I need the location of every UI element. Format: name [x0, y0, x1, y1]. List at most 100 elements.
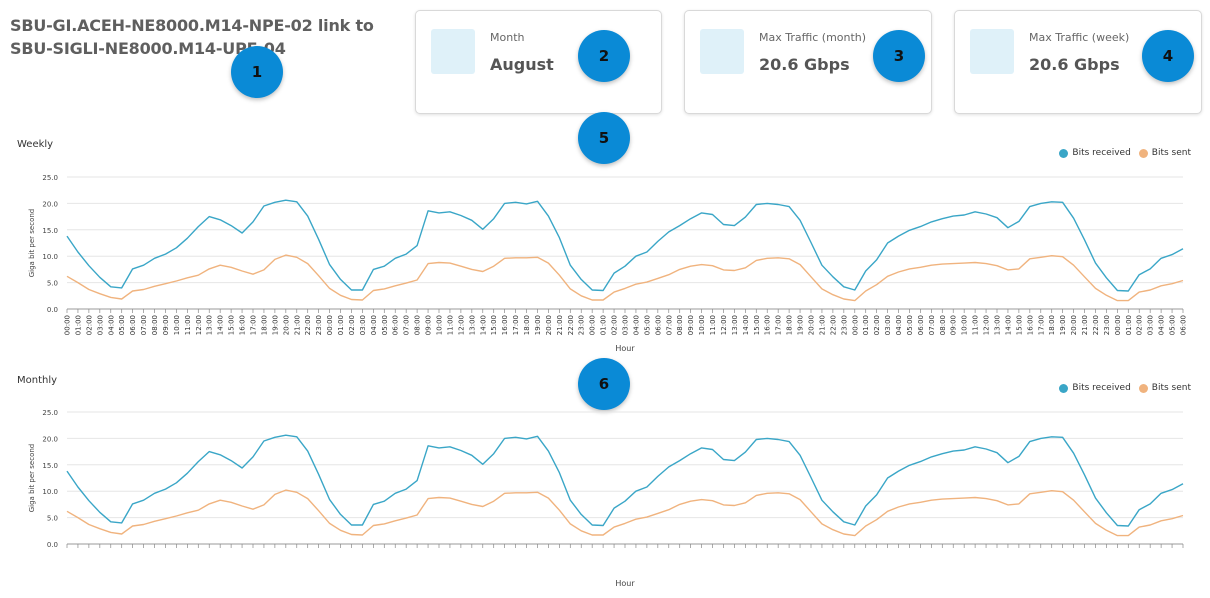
x-tick-label: 23:00 — [840, 315, 848, 335]
x-tick-label: 16:00 — [764, 315, 772, 335]
x-tick-label: 16:00 — [239, 315, 247, 335]
x-tick-label: 12:00 — [720, 315, 728, 335]
x-tick-label: 06:00 — [1180, 315, 1188, 335]
card-max-week-label: Max Traffic (week) — [1029, 31, 1130, 44]
x-tick-label: 17:00 — [250, 315, 258, 335]
y-tick-label: 10.0 — [42, 253, 58, 261]
callout-badge-1: 1 — [231, 46, 283, 98]
x-tick-label: 00:00 — [64, 315, 72, 335]
x-tick-label: 14:00 — [1004, 315, 1012, 335]
x-tick-label: 19:00 — [1059, 315, 1067, 335]
callout-badge-2: 2 — [578, 30, 630, 82]
x-tick-label: 21:00 — [556, 315, 564, 335]
x-tick-label: 13:00 — [468, 315, 476, 335]
x-tick-label: 22:00 — [304, 315, 312, 335]
weekly-chart-title: Weekly — [17, 139, 54, 150]
y-tick-label: 15.0 — [42, 462, 58, 470]
x-tick-label: 05:00 — [643, 315, 651, 335]
x-tick-label: 08:00 — [939, 315, 947, 335]
x-tick-label: 11:00 — [184, 315, 192, 335]
x-tick-label: 15:00 — [753, 315, 761, 335]
x-tick-label: 01:00 — [74, 315, 82, 335]
x-tick-label: 09:00 — [425, 315, 433, 335]
x-tick-label: 08:00 — [414, 315, 422, 335]
x-tick-label: 23:00 — [578, 315, 586, 335]
x-tick-label: 19:00 — [534, 315, 542, 335]
x-tick-label: 06:00 — [654, 315, 662, 335]
x-tick-label: 06:00 — [392, 315, 400, 335]
legend-received-label[interactable]: Bits received — [1072, 383, 1130, 393]
x-tick-label: 23:00 — [315, 315, 323, 335]
y-tick-label: 10.0 — [42, 488, 58, 496]
card-max-week-value: 20.6 Gbps — [1029, 55, 1120, 74]
x-tick-label: 16:00 — [1026, 315, 1034, 335]
x-tick-label: 23:00 — [1103, 315, 1111, 335]
x-tick-label: 10:00 — [961, 315, 969, 335]
x-tick-label: 14:00 — [742, 315, 750, 335]
page-title: SBU-GI.ACEH-NE8000.M14-NPE-02 link to SB… — [10, 16, 374, 58]
x-axis-label: Hour — [615, 579, 635, 588]
y-axis-label: Giga bit per second — [28, 444, 36, 513]
weekly-traffic-chart[interactable]: 0.0 5.0 10.0 15.0 20.0 25.0 Giga bit per secon… — [0, 165, 1210, 360]
y-tick-label: 5.0 — [47, 280, 58, 288]
traffic-icon — [700, 29, 744, 74]
x-tick-label: 05:00 — [906, 315, 914, 335]
callout-badge-4: 4 — [1142, 30, 1194, 82]
x-tick-label: 20:00 — [282, 315, 290, 335]
x-axis-label: Hour — [615, 344, 635, 353]
x-tick-label: 09:00 — [950, 315, 958, 335]
x-tick-label: 19:00 — [797, 315, 805, 335]
x-tick-label: 04:00 — [370, 315, 378, 335]
card-max-month-value: 20.6 Gbps — [759, 55, 850, 74]
x-tick-label: 02:00 — [1136, 315, 1144, 335]
card-max-month-label: Max Traffic (month) — [759, 31, 867, 44]
series-line-bits-sent — [66, 254, 1184, 302]
x-tick-label: 17:00 — [775, 315, 783, 335]
card-month-value: August — [490, 55, 554, 74]
x-tick-label: 18:00 — [260, 315, 268, 335]
x-tick-label: 03:00 — [359, 315, 367, 335]
x-tick-label: 20:00 — [545, 315, 553, 335]
callout-badge-3: 3 — [873, 30, 925, 82]
legend-received-label[interactable]: Bits received — [1072, 148, 1130, 158]
x-tick-label: 05:00 — [381, 315, 389, 335]
monthly-traffic-chart[interactable]: 0.0 5.0 10.0 15.0 20.0 25.0 Giga bit per secon… — [0, 400, 1210, 595]
x-tick-label: 22:00 — [829, 315, 837, 335]
x-tick-label: 10:00 — [173, 315, 181, 335]
monthly-chart-title: Monthly — [17, 375, 58, 386]
y-tick-label: 20.0 — [42, 200, 58, 208]
y-tick-label: 20.0 — [42, 435, 58, 443]
x-tick-label: 12:00 — [983, 315, 991, 335]
x-tick-label: 02:00 — [348, 315, 356, 335]
x-tick-label: 11:00 — [709, 315, 717, 335]
calendar-icon — [431, 29, 475, 74]
x-tick-label: 15:00 — [228, 315, 236, 335]
x-tick-label: 05:00 — [118, 315, 126, 335]
x-tick-label: 05:00 — [1169, 315, 1177, 335]
x-tick-label: 08:00 — [676, 315, 684, 335]
x-tick-label: 19:00 — [271, 315, 279, 335]
x-tick-label: 04:00 — [1158, 315, 1166, 335]
x-tick-label: 01:00 — [600, 315, 608, 335]
y-tick-label: 15.0 — [42, 227, 58, 235]
x-tick-label: 21:00 — [1081, 315, 1089, 335]
x-tick-label: 11:00 — [972, 315, 980, 335]
received-legend-dot — [1059, 383, 1069, 393]
x-tick-label: 15:00 — [1015, 315, 1023, 335]
y-tick-label: 25.0 — [42, 174, 58, 182]
x-tick-label: 03:00 — [96, 315, 104, 335]
x-tick-label: 18:00 — [523, 315, 531, 335]
x-tick-label: 18:00 — [786, 315, 794, 335]
x-tick-label: 14:00 — [217, 315, 225, 335]
x-tick-label: 01:00 — [1125, 315, 1133, 335]
legend-sent-label[interactable]: Bits sent — [1152, 383, 1191, 393]
traffic-icon — [970, 29, 1014, 74]
legend-sent-label[interactable]: Bits sent — [1152, 148, 1191, 158]
monthly-legend: Bits received Bits sent — [1059, 383, 1191, 393]
weekly-legend: Bits received Bits sent — [1059, 148, 1191, 158]
received-legend-dot — [1059, 148, 1069, 158]
x-tick-label: 10:00 — [698, 315, 706, 335]
x-tick-label: 21:00 — [818, 315, 826, 335]
x-tick-label: 00:00 — [1114, 315, 1122, 335]
x-tick-label: 01:00 — [337, 315, 345, 335]
